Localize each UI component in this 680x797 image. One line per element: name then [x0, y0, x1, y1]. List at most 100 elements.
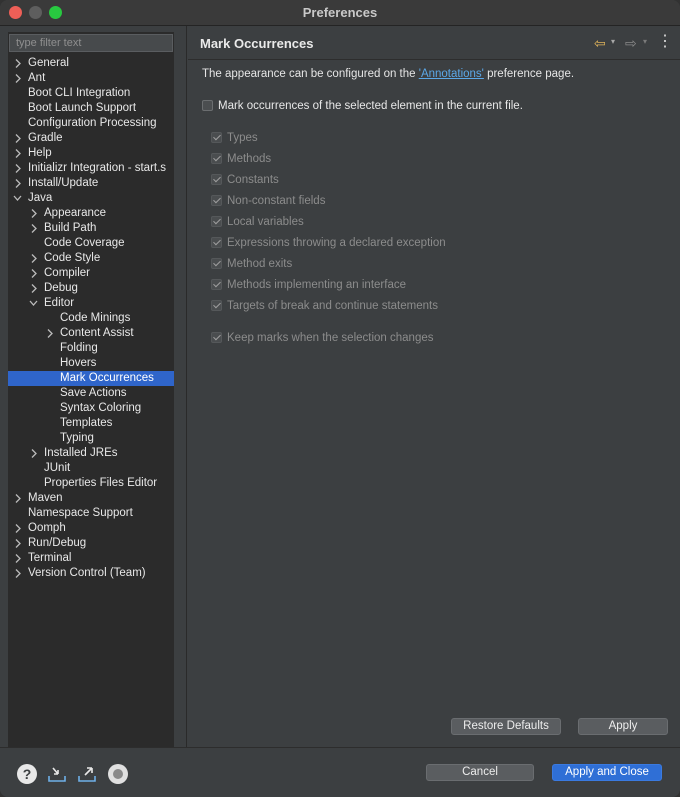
chevron-right-icon[interactable] [28, 266, 38, 281]
page-description: The appearance can be configured on the … [202, 68, 574, 80]
dialog-footer: ? Cancel Apply and Close [0, 747, 680, 797]
chevron-right-icon[interactable] [12, 161, 22, 176]
help-icon[interactable]: ? [17, 764, 37, 784]
tree-item[interactable]: JUnit [8, 461, 174, 476]
forward-dropdown-chevron-icon[interactable]: ▾ [643, 37, 647, 46]
chevron-down-icon[interactable] [28, 296, 38, 311]
tree-item[interactable]: Run/Debug [8, 536, 174, 551]
arrow-left-icon[interactable]: ⇦ [594, 35, 606, 52]
chevron-right-icon[interactable] [28, 446, 38, 461]
tree-item-label: JUnit [44, 462, 71, 474]
chevron-right-icon[interactable] [12, 536, 22, 551]
tree-item[interactable]: Gradle [8, 131, 174, 146]
option-label: Local variables [227, 216, 304, 228]
tree-item-label: Build Path [44, 222, 97, 234]
import-icon[interactable] [47, 764, 67, 784]
annotations-link[interactable]: 'Annotations' [419, 68, 484, 80]
tree-item[interactable]: Boot Launch Support [8, 101, 174, 116]
tree-item-label: Code Style [44, 252, 101, 264]
chevron-right-icon[interactable] [12, 71, 22, 86]
cancel-button[interactable]: Cancel [426, 764, 534, 781]
tree-item[interactable]: Content Assist [8, 326, 174, 341]
tree-item-label: Oomph [28, 522, 66, 534]
tree-item[interactable]: Java [8, 191, 174, 206]
chevron-right-icon[interactable] [12, 176, 22, 191]
mark-occurrences-label: Mark occurrences of the selected element… [218, 100, 523, 112]
restore-defaults-button[interactable]: Restore Defaults [451, 718, 561, 735]
export-icon[interactable] [77, 764, 97, 784]
description-text-after: preference page. [483, 68, 575, 80]
tree-item-label: Help [28, 147, 52, 159]
pane-divider[interactable] [186, 26, 187, 747]
chevron-right-icon[interactable] [12, 551, 22, 566]
chevron-right-icon[interactable] [12, 131, 22, 146]
chevron-right-icon[interactable] [28, 281, 38, 296]
chevron-down-icon[interactable] [12, 191, 22, 206]
tree-item[interactable]: Compiler [8, 266, 174, 281]
vertical-dots-icon[interactable]: ⋮ [657, 34, 673, 50]
record-icon[interactable] [108, 764, 128, 784]
tree-item[interactable]: Syntax Coloring [8, 401, 174, 416]
tree-item[interactable]: General [8, 56, 174, 71]
tree-item[interactable]: Boot CLI Integration [8, 86, 174, 101]
keep-marks-label: Keep marks when the selection changes [227, 332, 434, 344]
chevron-right-icon[interactable] [12, 146, 22, 161]
option-checkbox [211, 258, 222, 269]
option-checkbox [211, 174, 222, 185]
tree-item[interactable]: Configuration Processing [8, 116, 174, 131]
tree-item[interactable]: Version Control (Team) [8, 566, 174, 581]
preferences-window: Preferences General Ant Boot CLI Integrati… [0, 0, 680, 797]
tree-item[interactable]: Hovers [8, 356, 174, 371]
chevron-right-icon[interactable] [12, 56, 22, 71]
tree-item[interactable]: Initializr Integration - start.s [8, 161, 174, 176]
tree-item[interactable]: Ant [8, 71, 174, 86]
tree-item[interactable]: Appearance [8, 206, 174, 221]
tree-item-label: Typing [60, 432, 94, 444]
tree-item[interactable]: Namespace Support [8, 506, 174, 521]
tree-item[interactable]: Folding [8, 341, 174, 356]
tree-item-label: Code Minings [60, 312, 131, 324]
tree-item[interactable]: Build Path [8, 221, 174, 236]
chevron-right-icon[interactable] [28, 251, 38, 266]
tree-item-label: Version Control (Team) [28, 567, 146, 579]
tree-item[interactable]: Code Minings [8, 311, 174, 326]
chevron-right-icon[interactable] [28, 221, 38, 236]
tree-item[interactable]: Code Coverage [8, 236, 174, 251]
tree-item-label: Properties Files Editor [44, 477, 158, 489]
tree-item[interactable]: Terminal [8, 551, 174, 566]
chevron-right-icon[interactable] [12, 566, 22, 581]
tree-item[interactable]: Installed JREs [8, 446, 174, 461]
apply-and-close-button[interactable]: Apply and Close [552, 764, 662, 781]
chevron-right-icon[interactable] [12, 521, 22, 536]
tree-item-label: Run/Debug [28, 537, 87, 549]
tree-item[interactable]: Typing [8, 431, 174, 446]
tree-item[interactable]: Maven [8, 491, 174, 506]
filter-input[interactable] [9, 34, 173, 52]
tree-item[interactable]: Install/Update [8, 176, 174, 191]
tree-item-label: Compiler [44, 267, 91, 279]
chevron-right-icon[interactable] [12, 491, 22, 506]
tree-item[interactable]: Oomph [8, 521, 174, 536]
tree-item-label: Appearance [44, 207, 107, 219]
apply-button[interactable]: Apply [578, 718, 668, 735]
tree-item-label: Folding [60, 342, 98, 354]
chevron-right-icon[interactable] [28, 206, 38, 221]
title-bar: Preferences [0, 0, 680, 26]
tree-item[interactable]: Debug [8, 281, 174, 296]
tree-item[interactable]: Mark Occurrences [8, 371, 174, 386]
tree-item[interactable]: Templates [8, 416, 174, 431]
tree-item[interactable]: Help [8, 146, 174, 161]
tree-item[interactable]: Code Style [8, 251, 174, 266]
option-label: Methods implementing an interface [227, 279, 406, 291]
mark-occurrences-checkbox[interactable] [202, 100, 213, 111]
tree-item-label: Java [28, 192, 53, 204]
back-dropdown-chevron-icon[interactable]: ▾ [611, 37, 615, 46]
option-label: Types [227, 132, 258, 144]
tree-item-label: Initializr Integration - start.s [28, 162, 167, 174]
tree-item[interactable]: Properties Files Editor [8, 476, 174, 491]
preference-page: Mark Occurrences ⇦ ▾ ⇨ ▾ ⋮ The appearanc… [188, 26, 680, 747]
arrow-right-icon[interactable]: ⇨ [625, 35, 637, 52]
tree-item[interactable]: Save Actions [8, 386, 174, 401]
chevron-right-icon[interactable] [44, 326, 54, 341]
tree-item[interactable]: Editor [8, 296, 174, 311]
